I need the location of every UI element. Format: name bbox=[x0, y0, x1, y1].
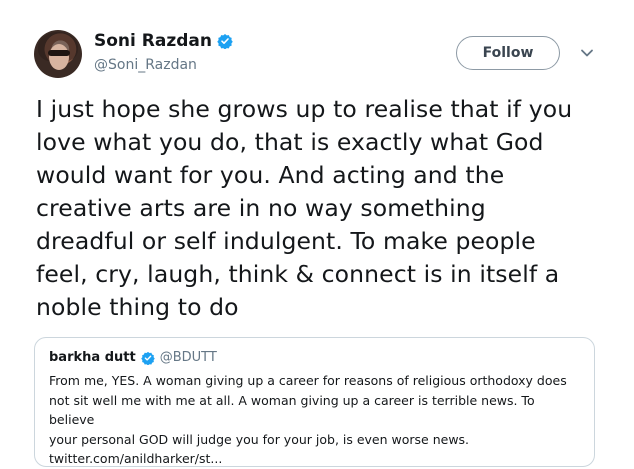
author-name-row[interactable]: Soni Razdan bbox=[94, 31, 233, 51]
follow-button[interactable]: Follow bbox=[456, 36, 560, 70]
quoted-tweet-line: not sit well me with me at all. A woman … bbox=[49, 392, 535, 428]
author-name[interactable]: Soni Razdan bbox=[94, 31, 212, 51]
verified-badge-icon bbox=[217, 34, 233, 49]
avatar-sunglasses bbox=[48, 50, 70, 56]
chevron-down-icon[interactable] bbox=[580, 46, 594, 60]
tweet-line: love what you do, that is exactly what G… bbox=[36, 128, 544, 156]
tweet-line: would want for you. And acting and the bbox=[36, 161, 505, 189]
quoted-tweet-line: your personal GOD will judge you for you… bbox=[49, 431, 470, 447]
tweet-line: I just hope she grows up to realise that… bbox=[36, 95, 573, 123]
quoted-author-handle: @BDUTT bbox=[159, 350, 217, 365]
avatar-face bbox=[49, 44, 69, 70]
quoted-tweet-line: From me, YES. A woman giving up a career… bbox=[49, 373, 567, 388]
tweet-line: creative arts are in no way something bbox=[36, 194, 486, 222]
author-handle[interactable]: @Soni_Razdan bbox=[94, 57, 197, 73]
quoted-tweet-header: barkha dutt @BDUTT bbox=[49, 350, 582, 365]
quoted-tweet-text: From me, YES. A woman giving up a career… bbox=[49, 371, 582, 469]
quoted-author-name: barkha dutt bbox=[49, 350, 136, 365]
verified-badge-icon bbox=[140, 351, 155, 365]
quoted-tweet[interactable]: barkha dutt @BDUTT From me, YES. A woman… bbox=[34, 337, 595, 467]
tweet-line: dreadful or self indulgent. To make peop… bbox=[36, 227, 536, 255]
avatar[interactable] bbox=[34, 30, 82, 78]
tweet-line: noble thing to do bbox=[36, 293, 239, 321]
tweet-text: I just hope she grows up to realise that… bbox=[36, 93, 616, 324]
tweet-line: feel, cry, laugh, think & connect is in … bbox=[36, 260, 560, 288]
